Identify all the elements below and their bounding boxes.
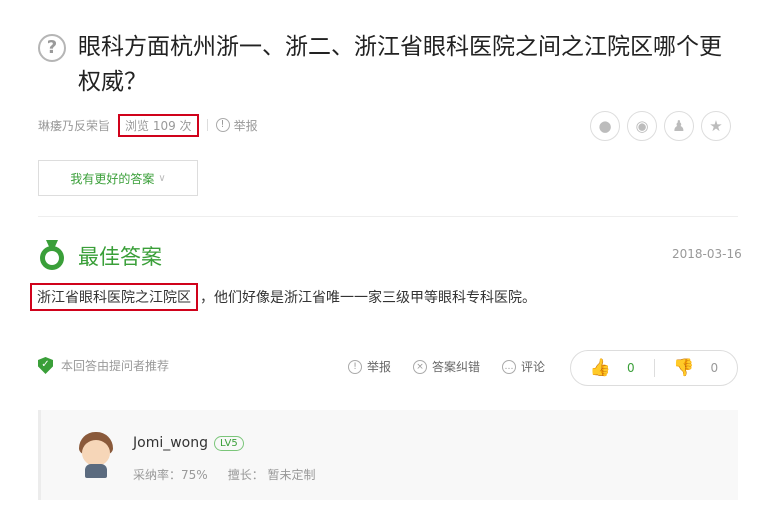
report-answer-label: 举报: [367, 360, 392, 374]
answerer-stats: 采纳率：75% 擅长： 暂未定制: [133, 466, 316, 483]
specialty: 擅长： 暂未定制: [227, 468, 316, 482]
favorite-star-icon[interactable]: ★: [701, 111, 731, 141]
answerer-card: Jomi_wong LV5 采纳率：75% 擅长： 暂未定制: [38, 410, 738, 500]
answerer-name[interactable]: Jomi_wong: [133, 435, 208, 451]
downvote-button[interactable]: 👎 0: [655, 358, 738, 378]
downvote-count: 0: [710, 361, 719, 375]
recommend-note: ✓ 本回答由提问者推荐: [38, 357, 169, 374]
question-meta: 琳痿乃反荣旨 浏览 109 次 ! 举报: [38, 113, 258, 137]
asker-name[interactable]: 琳痿乃反荣旨: [38, 117, 110, 134]
thumbs-down-icon: 👎: [673, 358, 695, 378]
comment-icon: …: [502, 359, 517, 374]
best-answer-header: 最佳答案: [38, 240, 162, 272]
report-question-link[interactable]: ! 举报: [215, 117, 258, 134]
close-circle-icon: ×: [413, 359, 428, 374]
answer-date: 2018-03-16: [672, 247, 742, 261]
alert-icon: !: [348, 359, 362, 374]
comment-label: 评论: [521, 360, 546, 374]
medal-icon: [38, 240, 66, 272]
upvote-count: 0: [627, 361, 635, 375]
qq-icon[interactable]: ♟: [664, 111, 694, 141]
recommend-text: 本回答由提问者推荐: [61, 359, 170, 373]
best-answer-title: 最佳答案: [78, 245, 162, 269]
thumbs-up-icon: 👍: [589, 358, 612, 378]
meta-divider: [206, 119, 208, 131]
answerer-name-row: Jomi_wong LV5: [133, 435, 244, 451]
adoption-rate: 采纳率：75%: [133, 468, 208, 482]
answer-body: 浙江省眼科医院之江院区 ，他们好像是浙江省唯一一家三级甲等眼科专科医院。: [30, 283, 536, 311]
comment-link[interactable]: … 评论: [502, 358, 545, 375]
question-header: ? 眼科方面杭州浙一、浙二、浙江省眼科医院之间之江院区哪个更权威？: [38, 30, 738, 100]
upvote-button[interactable]: 👍 0: [571, 358, 654, 378]
view-count: 浏览 109 次: [118, 113, 199, 137]
correct-answer-label: 答案纠错: [432, 360, 481, 374]
weibo-icon[interactable]: ◉: [627, 111, 657, 141]
wechat-icon[interactable]: ●: [590, 111, 620, 141]
question-title-row: ? 眼科方面杭州浙一、浙二、浙江省眼科医院之间之江院区哪个更权威？: [38, 30, 738, 100]
question-circle-icon: ?: [38, 34, 66, 62]
answer-highlight: 浙江省眼科医院之江院区: [30, 283, 198, 311]
answer-actions: ! 举报 × 答案纠错 … 评论: [348, 358, 567, 375]
section-divider: [38, 216, 738, 217]
question-title: 眼科方面杭州浙一、浙二、浙江省眼科医院之间之江院区哪个更权威？: [78, 34, 722, 95]
report-label: 举报: [233, 118, 258, 133]
share-bar: ● ◉ ♟ ★: [590, 111, 731, 141]
shield-check-icon: ✓: [38, 357, 53, 374]
vote-box: 👍 0 👎 0: [570, 350, 738, 386]
level-badge: LV5: [214, 435, 244, 451]
alert-icon: !: [215, 118, 230, 132]
avatar[interactable]: [75, 430, 117, 480]
report-answer-link[interactable]: ! 举报: [348, 358, 391, 375]
answer-text: ，他们好像是浙江省唯一一家三级甲等眼科专科医院。: [200, 290, 536, 306]
better-answer-button[interactable]: 我有更好的答案 ∨: [38, 160, 198, 196]
better-answer-label: 我有更好的答案: [70, 171, 155, 186]
correct-answer-link[interactable]: × 答案纠错: [413, 358, 480, 375]
chevron-down-icon: ∨: [158, 172, 166, 184]
